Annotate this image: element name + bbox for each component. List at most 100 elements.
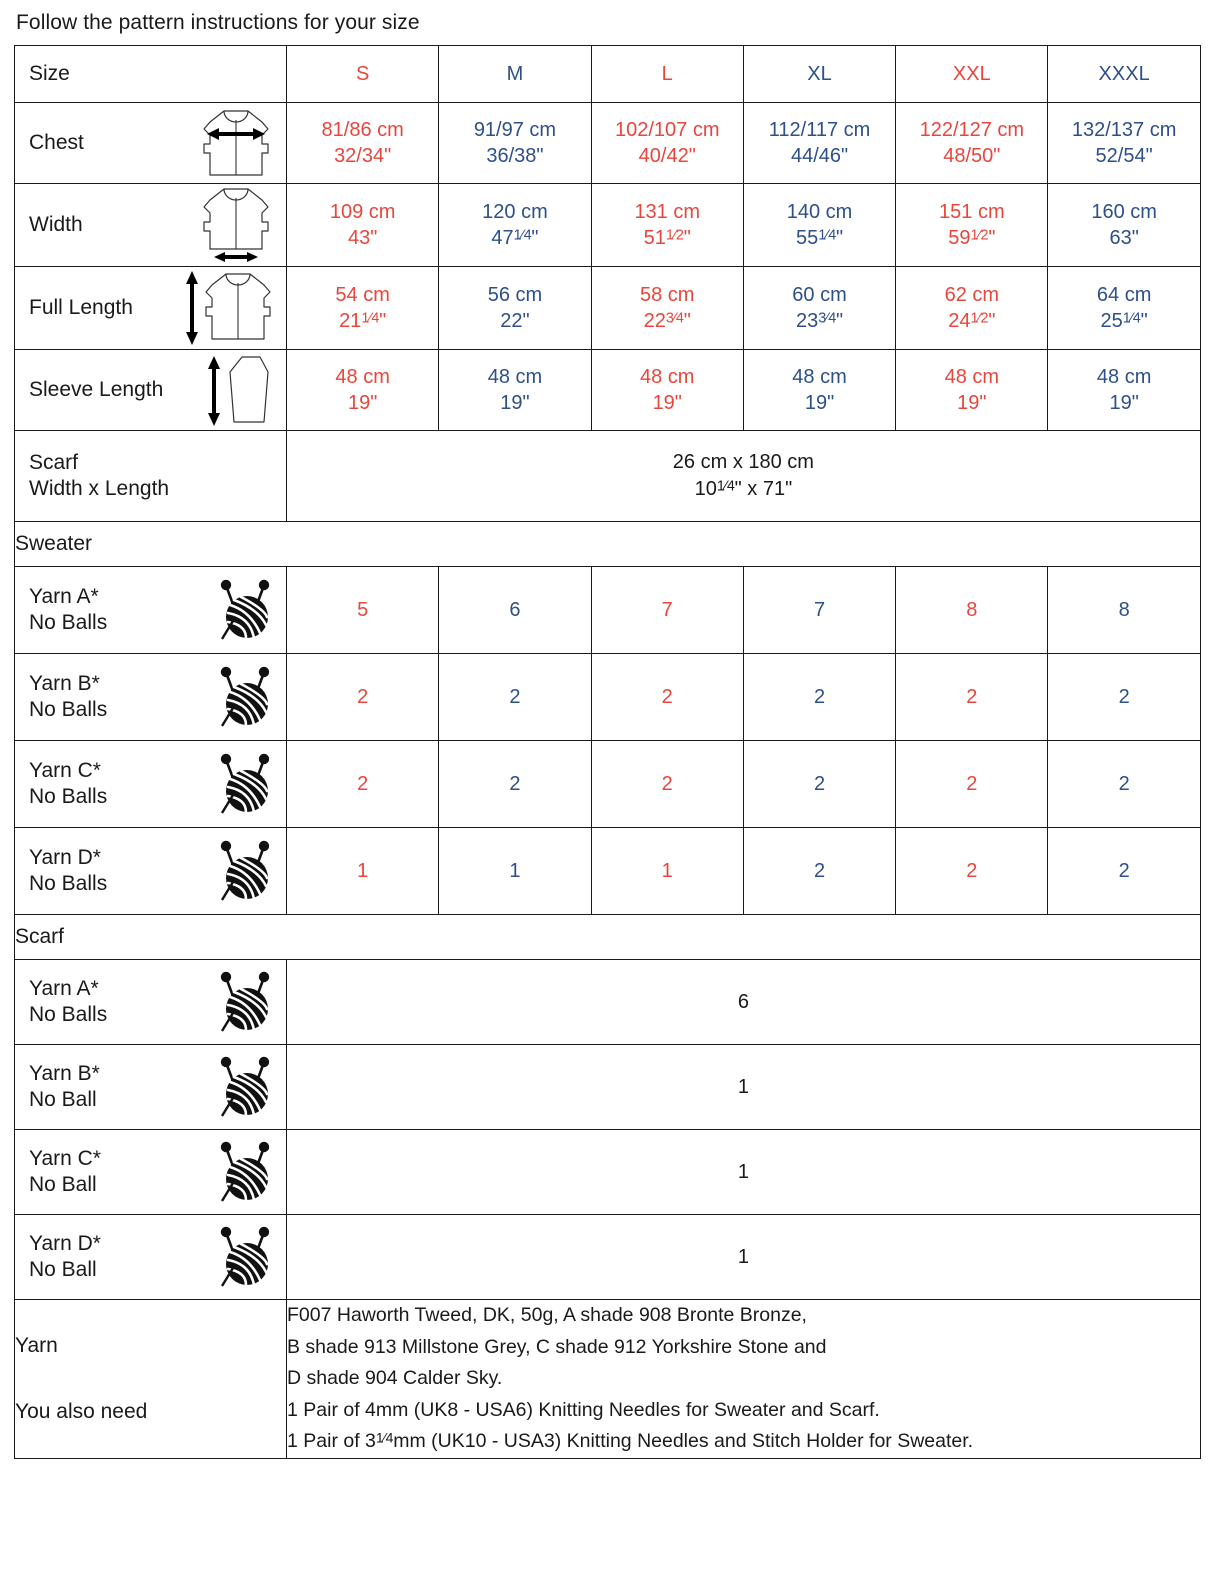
cell-sweater-yarn-a-l: 7 <box>590 566 744 654</box>
cell-scarf-yarn-b-value: 1 <box>286 1044 1201 1130</box>
full-length-label: Full Length <box>29 295 133 319</box>
cell-sweater-yarn-a-s: 5 <box>285 566 440 654</box>
value-cm: 140 cm <box>786 201 853 223</box>
cell-width-xl: 140 cm 551⁄4" <box>742 183 897 267</box>
label-inner: Yarn B* No Ball <box>15 1045 286 1129</box>
cell-width-l: 131 cm 511⁄2" <box>590 183 744 267</box>
section-title-scarf: Scarf <box>14 914 1201 960</box>
cell-sleeve-length-s: 48 cm 19" <box>285 349 440 431</box>
sweater-yarn-a-label: Yarn A* No Balls <box>29 584 108 634</box>
value-inch: 19" <box>347 392 378 414</box>
cell-sweater-yarn-b-m: 2 <box>438 653 592 741</box>
width-label-cell: Width <box>14 183 287 267</box>
cell-sweater-yarn-b-s: 2 <box>285 653 440 741</box>
size-header-s: S <box>285 45 440 103</box>
yarn-notes-row: Yarn You also need F007 Haworth Tweed, DK,… <box>14 1299 1201 1459</box>
size-chart-page: Follow the pattern instructions for your… <box>0 0 1214 1574</box>
sweater-full-length-icon <box>182 267 278 349</box>
cell-sweater-yarn-a-xxl: 8 <box>895 566 1049 654</box>
value-inch: 48/50" <box>943 145 1001 167</box>
value-inch: 223⁄4" <box>643 310 691 332</box>
cell-sleeve-length-xxxl: 48 cm 19" <box>1047 349 1201 431</box>
value-cm: 132/137 cm <box>1071 119 1177 141</box>
value-cm: 81/86 cm <box>321 119 404 141</box>
size-header-xl: XL <box>742 45 897 103</box>
yarn-notes-text: F007 Haworth Tweed, DK, 50g, A shade 908… <box>286 1299 1201 1459</box>
value-cm: 48 cm <box>1096 366 1152 388</box>
sleeve-length-label: Sleeve Length <box>29 377 164 401</box>
cell-sweater-yarn-d-xxl: 2 <box>895 827 1049 915</box>
label-inner: Yarn A* No Balls <box>15 960 286 1044</box>
cell-sweater-yarn-d-xl: 2 <box>742 827 897 915</box>
cell-sleeve-length-l: 48 cm 19" <box>590 349 744 431</box>
yarn-ball-icon <box>216 751 278 817</box>
cell-chest-l: 102/107 cm 40/42" <box>590 102 744 184</box>
section-header-scarf: Scarf <box>14 914 1201 960</box>
yarn-label: Yarn <box>15 1334 58 1358</box>
cell-sweater-yarn-d-xxxl: 2 <box>1047 827 1201 915</box>
intro-instruction: Follow the pattern instructions for your… <box>16 11 420 34</box>
notes-line-2: B shade 913 Millstone Grey, C shade 912 … <box>287 1335 827 1358</box>
notes-line-3: D shade 904 Calder Sky. <box>287 1367 503 1390</box>
size-header-l: L <box>590 45 744 103</box>
sweater-yarn-b-label: Yarn B* No Balls <box>29 671 108 721</box>
scarf-dim-cm: 26 cm x 180 cm <box>672 451 814 473</box>
cell-sleeve-length-xxl: 48 cm 19" <box>895 349 1049 431</box>
sleeve-length-label-cell: Sleeve Length <box>14 349 287 431</box>
scarf-dimensions-label-cell: Scarf Width x Length <box>14 430 287 522</box>
cell-chest-m: 91/97 cm 36/38" <box>438 102 592 184</box>
scarf-yarn-d-label: Yarn D* No Ball <box>29 1231 101 1281</box>
scarf-row-yarn-d: Yarn D* No Ball 1 <box>14 1214 1201 1300</box>
cell-full-length-l: 58 cm 223⁄4" <box>590 266 744 350</box>
yarn-ball-icon <box>216 969 278 1035</box>
value-cm: 64 cm <box>1096 284 1152 306</box>
cell-sweater-yarn-c-xxl: 2 <box>895 740 1049 828</box>
value-cm: 122/127 cm <box>919 119 1025 141</box>
cell-sweater-yarn-a-m: 6 <box>438 566 592 654</box>
cell-sweater-yarn-d-m: 1 <box>438 827 592 915</box>
value-cm: 151 cm <box>939 201 1005 223</box>
value-cm: 58 cm <box>640 284 695 306</box>
scarf-dimensions-value: 26 cm x 180 cm 101⁄4" x 71" <box>286 430 1201 522</box>
size-label: Size <box>29 61 70 85</box>
value-inch: 551⁄4" <box>795 227 844 249</box>
measurement-row-chest: Chest 81/86 cm 32/34" 91/97 cm 36/38" 102/107… <box>14 102 1201 184</box>
cell-sleeve-length-m: 48 cm 19" <box>438 349 592 431</box>
value-cm: 62 cm <box>944 284 1000 306</box>
value-inch: 63" <box>1109 227 1139 249</box>
scarf-yarn-a-label-cell: Yarn A* No Balls <box>14 959 287 1045</box>
sweater-row-yarn-d: Yarn D* No Balls 1 1 1 2 2 2 <box>14 827 1201 915</box>
sweater-yarn-b-label-cell: Yarn B* No Balls <box>14 653 287 741</box>
value-inch: 251⁄4" <box>1100 310 1148 332</box>
value-cm: 56 cm <box>487 284 543 306</box>
size-chart-body: Size S M L XL XXL XXXL Chest 81/86 cm 32/34" 91/97… <box>14 45 1201 1459</box>
value-cm: 60 cm <box>792 284 847 306</box>
cell-sweater-yarn-c-m: 2 <box>438 740 592 828</box>
width-label: Width <box>29 212 83 236</box>
sweater-yarn-c-label-cell: Yarn C* No Balls <box>14 740 287 828</box>
yarn-ball-icon <box>216 577 278 643</box>
measurement-row-width: Width 109 cm 43" 120 cm 471⁄4" 131 cm 511⁄2" 14… <box>14 183 1201 267</box>
cell-sweater-yarn-b-xxxl: 2 <box>1047 653 1201 741</box>
value-cm: 131 cm <box>634 201 701 223</box>
cell-scarf-yarn-d-value: 1 <box>286 1214 1201 1300</box>
sweater-yarn-a-label-cell: Yarn A* No Balls <box>14 566 287 654</box>
label-inner: Yarn B* No Balls <box>15 654 286 740</box>
sweater-yarn-c-label: Yarn C* No Balls <box>29 758 108 808</box>
chest-label: Chest <box>29 130 84 154</box>
chest-label-cell: Chest <box>14 102 287 184</box>
sweater-row-yarn-b: Yarn B* No Balls 2 2 2 2 2 2 <box>14 653 1201 741</box>
scarf-yarn-b-label: Yarn B* No Ball <box>29 1061 100 1111</box>
yarn-ball-icon <box>216 664 278 730</box>
scarf-dimensions-row: Scarf Width x Length 26 cm x 180 cm 101⁄4"… <box>14 430 1201 522</box>
cell-chest-xl: 112/117 cm 44/46" <box>742 102 897 184</box>
cell-full-length-s: 54 cm 211⁄4" <box>285 266 440 350</box>
sweater-chest-width-icon <box>194 104 278 182</box>
value-cm: 48 cm <box>640 366 695 388</box>
value-inch: 52/54" <box>1095 145 1153 167</box>
value-cm: 48 cm <box>335 366 390 388</box>
notes-line-5: 1 Pair of 31⁄4mm (UK10 - USA3) Knitting … <box>287 1429 974 1453</box>
value-cm: 102/107 cm <box>614 119 720 141</box>
cell-sweater-yarn-d-s: 1 <box>285 827 440 915</box>
value-inch: 591⁄2" <box>948 227 996 249</box>
